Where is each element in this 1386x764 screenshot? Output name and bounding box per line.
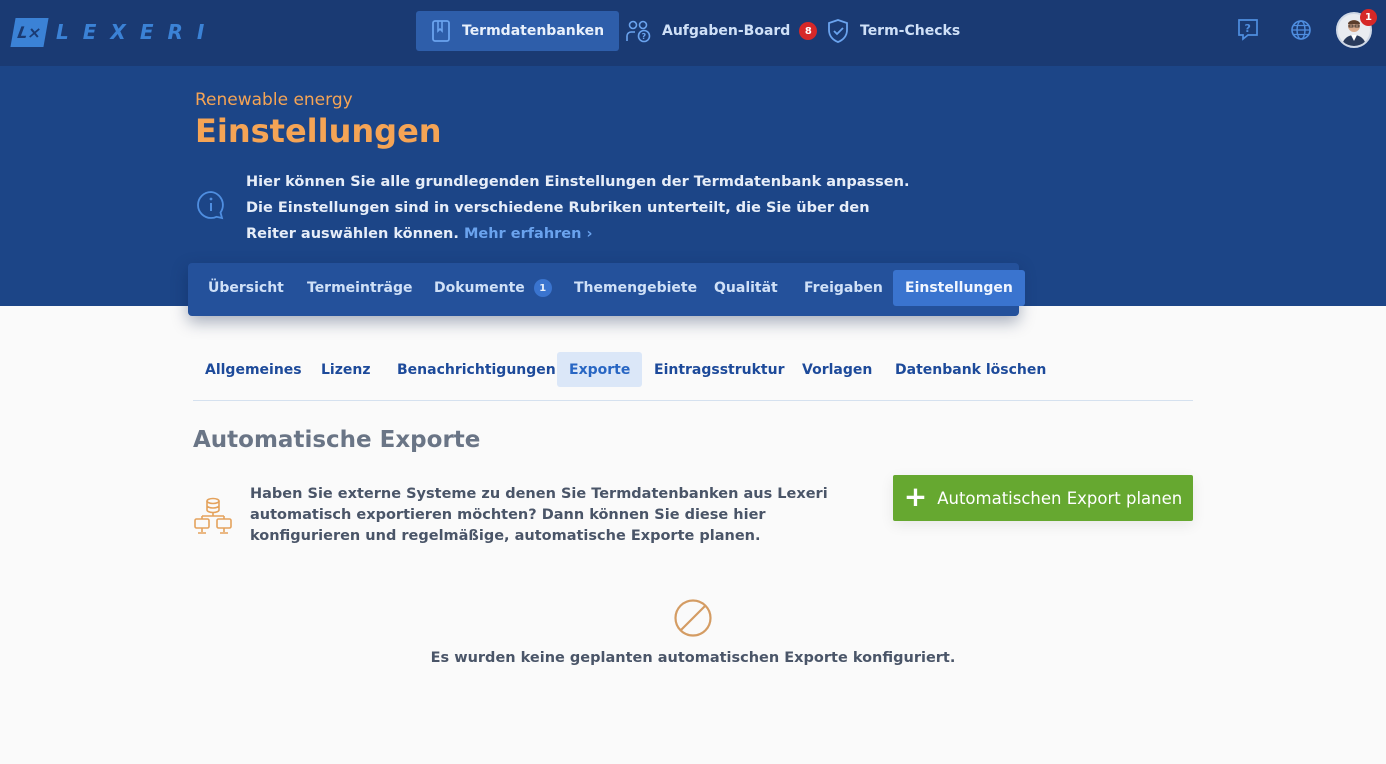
- tab-freigaben[interactable]: Freigaben: [792, 270, 895, 306]
- info-chat-icon: [195, 189, 227, 225]
- nav-aufgaben-board[interactable]: ? Aufgaben-Board 8: [626, 11, 818, 51]
- subtab-lizenz[interactable]: Lizenz: [309, 352, 382, 387]
- button-label: Automatischen Export planen: [937, 488, 1183, 508]
- tab-uebersicht[interactable]: Übersicht: [196, 270, 296, 306]
- subtab-vorlagen[interactable]: Vorlagen: [790, 352, 884, 387]
- database-name: Renewable energy: [195, 90, 353, 110]
- top-navigation-bar: L× LEXERI Termdatenbanken ? Aufgaben-Boa…: [0, 0, 1386, 66]
- notification-badge: 1: [1360, 9, 1377, 26]
- task-count-badge: 8: [799, 22, 818, 40]
- subtab-exporte[interactable]: Exporte: [557, 352, 643, 387]
- nav-termdatenbanken[interactable]: Termdatenbanken: [416, 11, 620, 51]
- section-description: Haben Sie externe Systeme zu denen Sie T…: [250, 486, 828, 544]
- tab-themengebiete[interactable]: Themengebiete: [562, 270, 709, 306]
- tab-einstellungen[interactable]: Einstellungen: [893, 270, 1025, 306]
- plus-icon: +: [903, 479, 928, 513]
- main-tabs: Übersicht Termeinträge Dokumente 1 Theme…: [188, 263, 1025, 316]
- subtab-allgemeines[interactable]: Allgemeines: [193, 352, 314, 387]
- page-title: Einstellungen: [195, 112, 442, 150]
- subtabs-divider: [193, 400, 1193, 401]
- prohibited-icon: [673, 598, 713, 642]
- nav-label: Aufgaben-Board: [662, 23, 791, 39]
- users-question-icon: ?: [626, 20, 651, 43]
- nav-term-checks[interactable]: Term-Checks: [826, 11, 960, 51]
- logo-text: LEXERI: [56, 20, 219, 44]
- shield-check-icon: [828, 19, 848, 43]
- section-title: Automatische Exporte: [193, 427, 481, 453]
- tab-dokumente[interactable]: Dokumente 1: [422, 270, 564, 306]
- nav-label: Term-Checks: [860, 23, 961, 39]
- database-network-icon: [193, 496, 233, 540]
- tab-qualitaet[interactable]: Qualität: [702, 270, 790, 306]
- subtab-benachrichtigungen[interactable]: Benachrichtigungen: [385, 352, 568, 387]
- info-text: Hier können Sie alle grundlegenden Einst…: [246, 169, 916, 247]
- nav-label: Termdatenbanken: [462, 23, 605, 39]
- svg-text:?: ?: [1245, 22, 1251, 35]
- book-icon: [432, 20, 450, 42]
- lexeri-logo[interactable]: L× LEXERI: [10, 17, 219, 47]
- learn-more-link[interactable]: Mehr erfahren ›: [464, 226, 593, 242]
- subtab-datenbank-loeschen[interactable]: Datenbank löschen: [883, 352, 1058, 387]
- tab-label: Dokumente: [434, 280, 525, 296]
- svg-text:?: ?: [642, 32, 647, 41]
- subtab-eintragsstruktur[interactable]: Eintragsstruktur: [642, 352, 797, 387]
- empty-state-message: Es wurden keine geplanten automatischen …: [430, 650, 956, 666]
- help-chat-icon[interactable]: ?: [1237, 18, 1259, 46]
- logo-mark: L×: [10, 17, 49, 47]
- plan-auto-export-button[interactable]: + Automatischen Export planen: [893, 475, 1193, 521]
- globe-icon[interactable]: [1290, 18, 1312, 46]
- tab-termeintraege[interactable]: Termeinträge: [295, 270, 425, 306]
- documents-count-badge: 1: [533, 279, 552, 297]
